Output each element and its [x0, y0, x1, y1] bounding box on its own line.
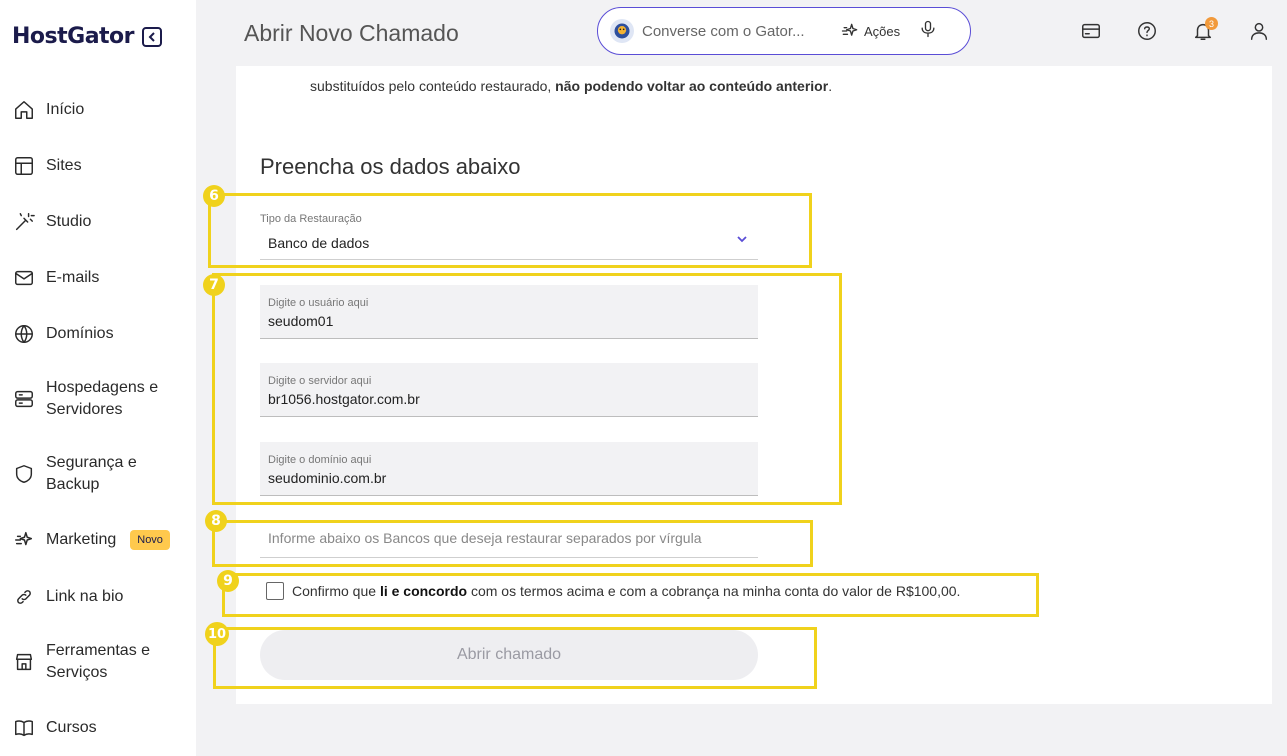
sidebar-item-cursos[interactable]: Cursos	[12, 716, 192, 740]
sidebar-item-label: Marketing	[46, 531, 117, 548]
logo-row: HostGator	[12, 24, 163, 49]
warning-bold-text: não podendo voltar ao conteúdo anterior	[555, 78, 829, 94]
home-icon	[12, 98, 36, 122]
notifications-button[interactable]: 3	[1192, 17, 1218, 44]
step-number-9: 9	[217, 570, 239, 592]
sidebar: HostGator Início Sites Studio E-mails Do…	[0, 0, 196, 756]
sidebar-item-label: Cursos	[46, 719, 97, 736]
sparkles-icon	[841, 23, 858, 36]
billing-button[interactable]	[1080, 20, 1104, 44]
step-number-10: 10	[205, 622, 229, 646]
sidebar-item-label: Link na bio	[46, 588, 124, 605]
arrow-left-icon	[148, 31, 155, 42]
step-highlight-6	[208, 193, 812, 268]
globe-icon	[12, 322, 36, 346]
sidebar-item-seguranca[interactable]: Segurança e Backup	[12, 452, 192, 496]
sidebar-item-sites[interactable]: Sites	[12, 154, 192, 178]
sidebar-item-ferramentas[interactable]: Ferramentas e Serviços	[12, 640, 192, 684]
step-highlight-8	[212, 520, 813, 567]
step-highlight-9	[222, 573, 1039, 617]
gator-chat-input[interactable]	[642, 22, 832, 40]
mail-icon	[12, 266, 36, 290]
sidebar-item-label: Studio	[46, 213, 92, 230]
gator-chat-bar[interactable]: Ações	[597, 7, 971, 55]
step-highlight-7	[212, 273, 842, 505]
sidebar-item-label: Hospedagens e Servidores	[46, 379, 159, 418]
new-badge: Novo	[130, 530, 170, 550]
warning-end: .	[828, 78, 833, 94]
credit-card-icon	[1082, 23, 1100, 39]
sidebar-item-studio[interactable]: Studio	[12, 210, 192, 234]
sidebar-item-dominios[interactable]: Domínios	[12, 322, 192, 346]
actions-label: Ações	[864, 23, 901, 39]
store-icon	[12, 650, 36, 674]
sidebar-item-label: Ferramentas e Serviços	[46, 642, 151, 681]
microphone-icon	[921, 20, 935, 37]
sidebar-item-label: Sites	[46, 157, 82, 174]
profile-button[interactable]	[1248, 20, 1272, 44]
microphone-button[interactable]	[918, 19, 938, 44]
sidebar-item-hospedagens[interactable]: Hospedagens e Servidores	[12, 377, 192, 421]
magic-wand-icon	[12, 210, 36, 234]
collapse-sidebar-button[interactable]	[142, 26, 163, 47]
step-highlight-10	[213, 627, 817, 689]
server-icon	[12, 387, 36, 411]
shield-icon	[12, 462, 36, 486]
help-circle-icon	[1138, 22, 1156, 40]
sparkles-icon	[12, 528, 36, 552]
page-title: Abrir Novo Chamado	[244, 20, 459, 46]
user-icon	[1250, 22, 1268, 40]
sidebar-item-label: Início	[46, 101, 85, 118]
sidebar-item-emails[interactable]: E-mails	[12, 266, 192, 290]
sidebar-item-inicio[interactable]: Início	[12, 98, 192, 122]
book-icon	[12, 716, 36, 740]
header: Abrir Novo Chamado Ações 3	[196, 0, 1287, 66]
sidebar-item-label: E-mails	[46, 269, 100, 286]
section-title: Preencha os dados abaixo	[260, 154, 521, 179]
link-icon	[12, 585, 36, 609]
restore-warning-text: substituídos pelo conteúdo restaurado, n…	[310, 78, 832, 94]
step-number-6: 6	[203, 185, 225, 207]
warning-text: substituídos pelo conteúdo restaurado,	[310, 78, 552, 94]
sidebar-item-marketing[interactable]: Marketing Novo	[12, 528, 192, 552]
help-button[interactable]	[1136, 20, 1160, 44]
step-number-7: 7	[203, 274, 225, 296]
sidebar-item-link-na-bio[interactable]: Link na bio	[12, 585, 192, 609]
sidebar-item-label: Segurança e Backup	[46, 454, 137, 493]
gator-avatar-icon	[610, 19, 634, 43]
hostgator-logo[interactable]: HostGator	[12, 24, 135, 49]
notification-count-badge: 3	[1205, 17, 1218, 30]
step-number-8: 8	[205, 510, 227, 532]
sidebar-item-label: Domínios	[46, 325, 114, 342]
actions-button[interactable]: Ações	[840, 21, 900, 41]
layout-icon	[12, 154, 36, 178]
